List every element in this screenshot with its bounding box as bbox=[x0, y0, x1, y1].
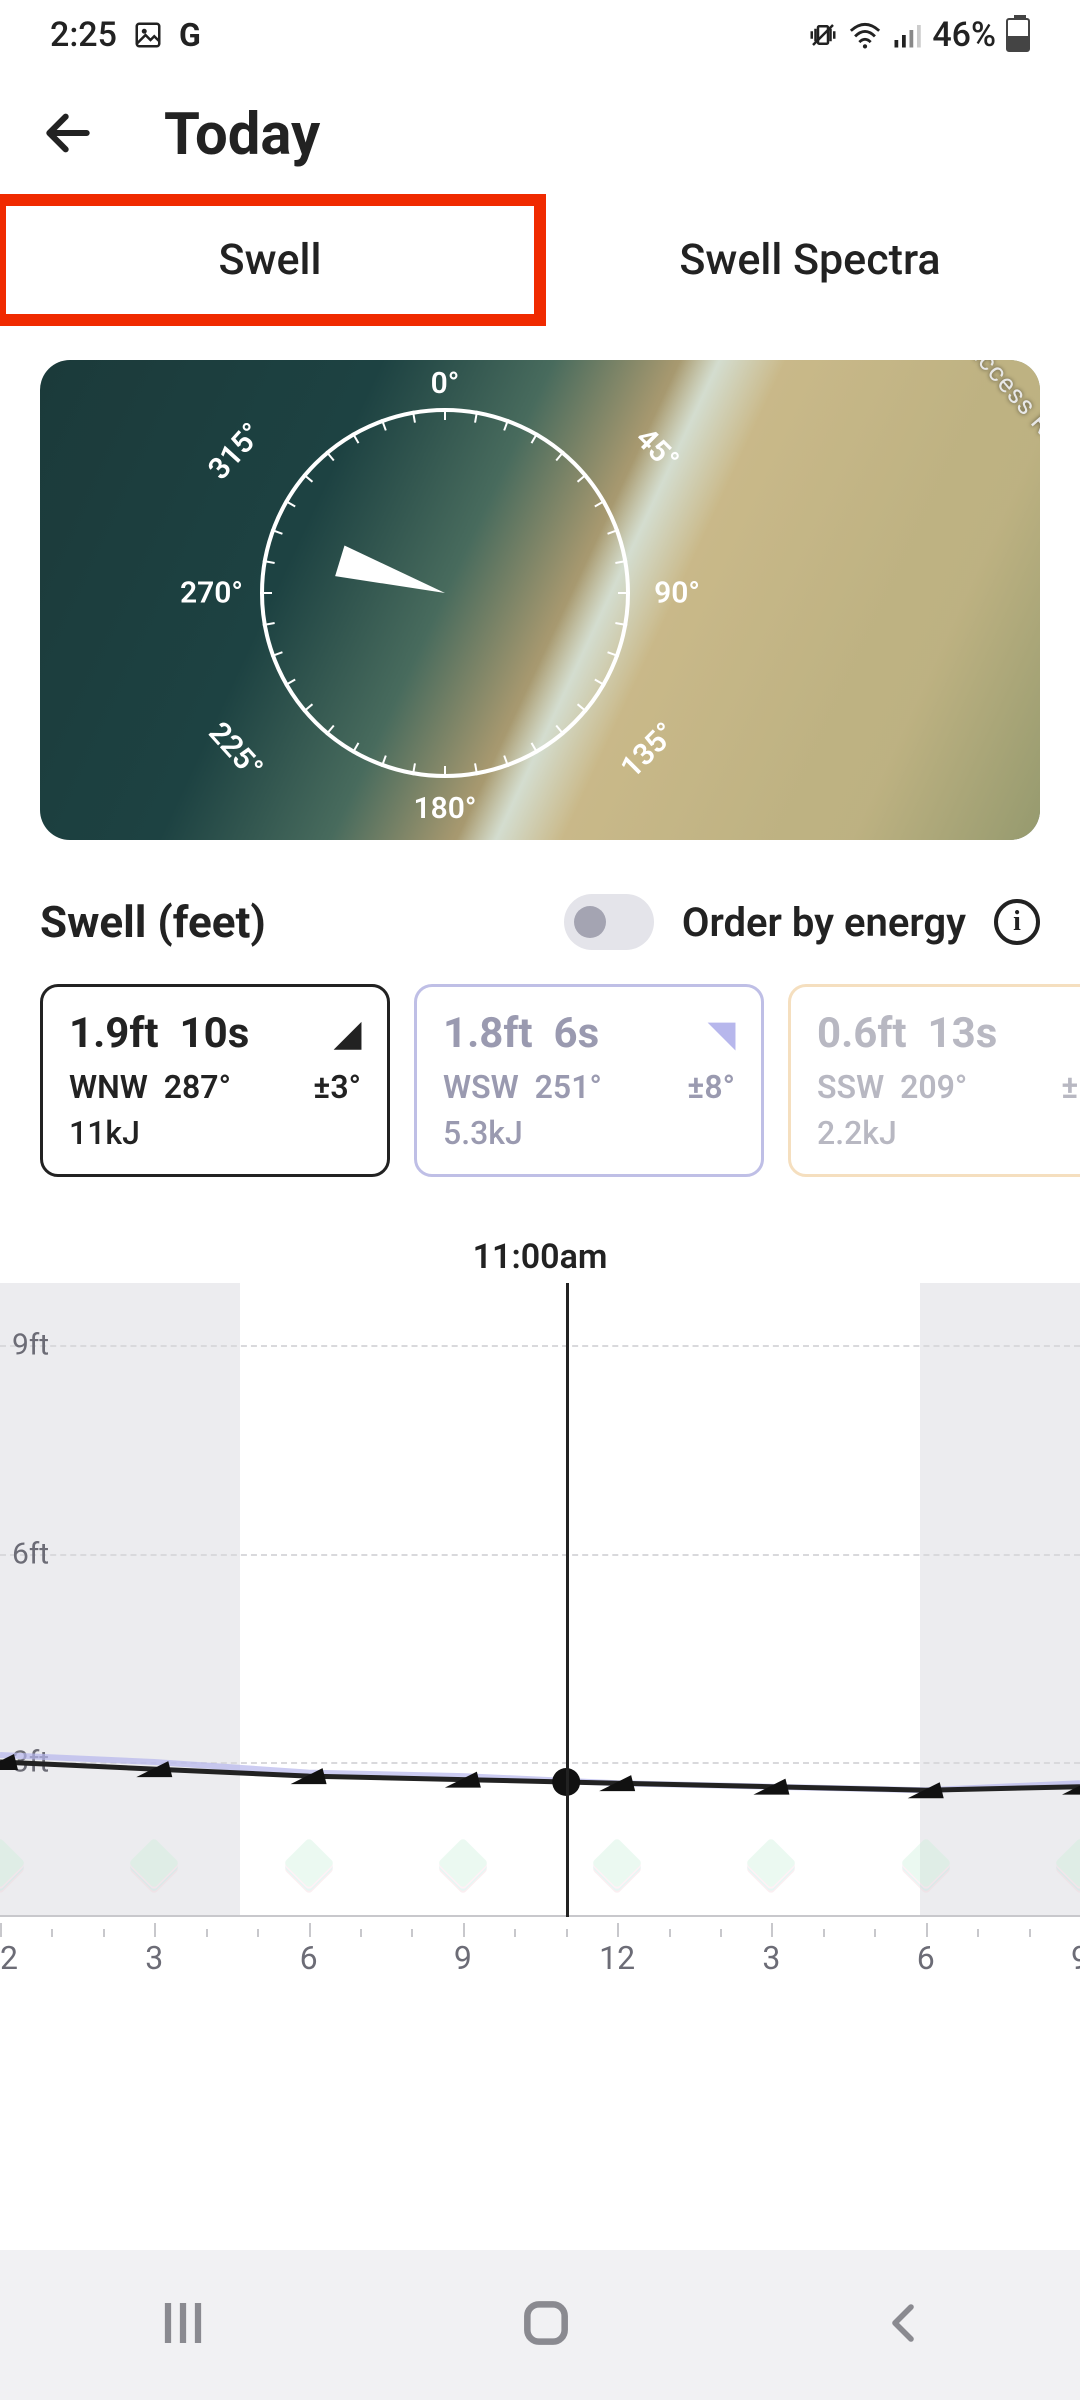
swell-dir-text: WSW bbox=[443, 1068, 519, 1106]
card-line2: SSW 209° ±6° bbox=[817, 1068, 1080, 1106]
compass-label-90: 90° bbox=[654, 576, 700, 611]
tabs: Swell Swell Spectra bbox=[0, 200, 1080, 320]
swell-card-secondary[interactable]: 1.8ft 6s ◥ WSW 251° ±8° 5.3kJ bbox=[414, 984, 764, 1177]
swell-dir-deg: 251° bbox=[535, 1068, 602, 1106]
vibrate-off-icon bbox=[808, 20, 838, 50]
chart-cursor-time: 11:00am bbox=[473, 1237, 608, 1277]
swell-direction-map[interactable]: Zuma Beach Access Road /* ticks injected… bbox=[40, 360, 1040, 840]
order-by-energy-toggle[interactable] bbox=[564, 894, 654, 950]
swell-chart[interactable]: 11:00am 9ft 6ft 3ft 1236912369 bbox=[0, 1237, 1080, 1977]
info-icon[interactable]: i bbox=[994, 899, 1040, 945]
order-controls: Order by energy i bbox=[564, 894, 1040, 950]
swell-dir-deg: 287° bbox=[164, 1068, 231, 1106]
chart-area: 9ft 6ft 3ft 1236912369 bbox=[0, 1283, 1080, 1977]
compass-label-45: 45° bbox=[628, 421, 685, 478]
map-road-label: Zuma Beach Access Road bbox=[853, 360, 1040, 475]
card-line2: WNW 287° ±3° bbox=[69, 1068, 361, 1106]
home-icon[interactable] bbox=[518, 2295, 574, 2355]
swell-section-header: Swell (feet) Order by energy i bbox=[0, 840, 1080, 984]
chart-cursor-line[interactable] bbox=[566, 1283, 569, 1917]
compass: /* ticks injected below via JS for brevi… bbox=[260, 408, 630, 778]
swell-energy: 11kJ bbox=[69, 1114, 361, 1152]
photos-icon bbox=[133, 20, 163, 50]
battery-icon bbox=[1006, 18, 1030, 52]
card-line1: 0.6ft 13s ◤ bbox=[817, 1009, 1080, 1058]
swell-spread: ±3° bbox=[313, 1068, 361, 1106]
page-title: Today bbox=[164, 101, 320, 169]
compass-label-315: 315° bbox=[201, 416, 269, 486]
battery-text: 46% bbox=[932, 15, 996, 55]
signal-icon bbox=[892, 20, 922, 50]
back-nav-icon[interactable] bbox=[879, 2299, 927, 2351]
order-by-energy-label: Order by energy bbox=[682, 899, 966, 946]
swell-spread: ±8° bbox=[687, 1068, 735, 1106]
compass-label-135: 135° bbox=[614, 716, 683, 785]
swell-height: 0.6ft bbox=[817, 1009, 907, 1058]
swell-card-tertiary[interactable]: 0.6ft 13s ◤ SSW 209° ±6° 2.2kJ bbox=[788, 984, 1080, 1177]
swell-period: 10s bbox=[180, 1009, 250, 1058]
swell-card-primary[interactable]: 1.9ft 10s ◢ WNW 287° ±3° 11kJ bbox=[40, 984, 390, 1177]
tab-swell-spectra-label: Swell Spectra bbox=[679, 235, 940, 285]
compass-tick bbox=[444, 408, 446, 420]
google-icon: G bbox=[179, 16, 201, 54]
swell-height: 1.9ft bbox=[69, 1009, 159, 1058]
swell-energy: 5.3kJ bbox=[443, 1114, 735, 1152]
compass-label-225: 225° bbox=[201, 715, 269, 785]
swell-period: 13s bbox=[928, 1009, 998, 1058]
swell-dir-text: SSW bbox=[817, 1068, 884, 1106]
recent-apps-icon[interactable] bbox=[153, 2293, 213, 2357]
swell-dir-text: WNW bbox=[69, 1068, 148, 1106]
card-line1: 1.9ft 10s ◢ bbox=[69, 1009, 361, 1058]
wifi-icon bbox=[848, 20, 882, 50]
tab-swell[interactable]: Swell bbox=[0, 200, 540, 320]
swell-energy: 2.2kJ bbox=[817, 1114, 1080, 1152]
swell-arrow-icon: ◢ bbox=[335, 1014, 361, 1054]
system-nav-bar bbox=[0, 2250, 1080, 2400]
map-wrap: Zuma Beach Access Road /* ticks injected… bbox=[0, 320, 1080, 840]
chart-series-svg bbox=[0, 1283, 1080, 1977]
swell-dir-deg: 209° bbox=[900, 1068, 967, 1106]
swell-height: 1.8ft bbox=[443, 1009, 533, 1058]
compass-label-0: 0° bbox=[431, 366, 460, 401]
swell-cards[interactable]: 1.9ft 10s ◢ WNW 287° ±3° 11kJ 1.8ft 6s ◥… bbox=[0, 984, 1080, 1177]
swell-arrow-icon: ◥ bbox=[709, 1014, 735, 1054]
compass-label-270: 270° bbox=[180, 576, 243, 611]
status-time: 2:25 bbox=[50, 15, 117, 55]
compass-label-180: 180° bbox=[413, 791, 476, 826]
status-bar: 2:25 G 46% bbox=[0, 0, 1080, 70]
compass-tick bbox=[444, 766, 446, 778]
swell-spread: ±6° bbox=[1061, 1068, 1080, 1106]
back-icon[interactable] bbox=[40, 105, 96, 165]
swell-period: 6s bbox=[554, 1009, 600, 1058]
header: Today bbox=[0, 70, 1080, 200]
tab-swell-spectra[interactable]: Swell Spectra bbox=[540, 200, 1080, 320]
compass-tick bbox=[618, 592, 630, 594]
card-line2: WSW 251° ±8° bbox=[443, 1068, 735, 1106]
tab-swell-label: Swell bbox=[219, 235, 322, 285]
compass-tick bbox=[260, 592, 272, 594]
status-left: 2:25 G bbox=[50, 15, 201, 55]
section-title: Swell (feet) bbox=[40, 896, 266, 948]
status-right: 46% bbox=[808, 15, 1030, 55]
toggle-knob bbox=[574, 906, 606, 938]
card-line1: 1.8ft 6s ◥ bbox=[443, 1009, 735, 1058]
